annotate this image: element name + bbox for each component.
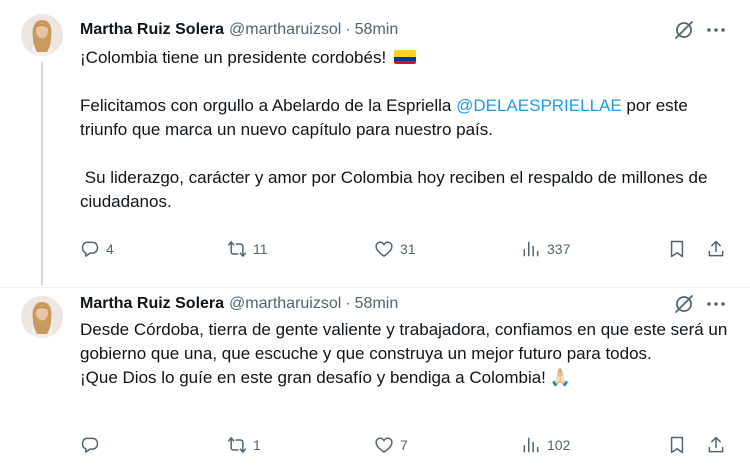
tweet-line xyxy=(80,70,730,94)
tweet-line-text: ¡Colombia tiene un presidente cordobés! xyxy=(80,48,391,67)
grok-icon[interactable] xyxy=(672,292,696,316)
tweet[interactable]: Martha Ruiz Solera @martharuizsol · 58mi… xyxy=(0,287,750,467)
like-icon xyxy=(375,241,393,257)
share-button[interactable] xyxy=(706,237,726,261)
tweet-line: Su liderazgo, carácter y amor por Colomb… xyxy=(80,168,713,211)
bookmark-button[interactable] xyxy=(667,433,687,457)
like-icon xyxy=(375,437,393,453)
repost-icon xyxy=(227,437,247,453)
like-button[interactable]: 7 xyxy=(374,433,408,457)
repost-button[interactable]: 1 xyxy=(227,433,261,457)
avatar[interactable] xyxy=(21,296,63,338)
share-icon xyxy=(708,240,724,257)
views-icon xyxy=(523,241,539,257)
reply-button[interactable] xyxy=(80,433,106,457)
view-count: 102 xyxy=(547,437,571,453)
bookmark-icon xyxy=(670,240,684,258)
views-button[interactable]: 102 xyxy=(521,433,570,457)
tweet-actions: 4 11 31 337 xyxy=(80,237,730,261)
author-name[interactable]: Martha Ruiz Solera xyxy=(80,295,224,313)
separator-dot: · xyxy=(345,21,351,38)
like-count: 31 xyxy=(400,241,416,257)
like-count: 7 xyxy=(400,437,408,453)
tweet-line-text: Felicitamos con orgullo a Abelardo de la… xyxy=(80,96,457,115)
repost-count: 1 xyxy=(253,437,261,453)
grok-icon[interactable] xyxy=(672,18,696,42)
tweet-text: ¡Colombia tiene un presidente cordobés! … xyxy=(80,46,730,214)
flag-colombia-icon xyxy=(393,50,416,64)
reply-icon xyxy=(81,241,99,257)
mention-link[interactable]: @DELAESPRIELLAE xyxy=(456,96,622,115)
repost-count: 11 xyxy=(253,241,268,257)
author-name[interactable]: Martha Ruiz Solera xyxy=(80,21,224,39)
tweet-line: ¡Colombia tiene un presidente cordobés! xyxy=(80,46,730,70)
separator-dot: · xyxy=(345,295,351,312)
share-icon xyxy=(708,436,724,453)
tweet-line: Felicitamos con orgullo a Abelardo de la… xyxy=(80,94,730,142)
bookmark-button[interactable] xyxy=(667,237,687,261)
view-count: 337 xyxy=(547,241,571,257)
tweet-line-text: ¡Que Dios lo guíe en este gran desafío y… xyxy=(80,368,546,387)
tweet[interactable]: Martha Ruiz Solera @martharuizsol · 58mi… xyxy=(0,0,750,287)
reply-button[interactable]: 4 xyxy=(80,237,114,261)
bookmark-icon xyxy=(670,436,684,454)
tweet-line: ¡Que Dios lo guíe en este gran desafío y… xyxy=(80,366,730,390)
like-button[interactable]: 31 xyxy=(374,237,416,261)
praying-hands-emoji: 🙏🏻 xyxy=(549,368,572,387)
views-icon xyxy=(523,437,539,453)
share-button[interactable] xyxy=(706,433,726,457)
tweet-header: Martha Ruiz Solera @martharuizsol · 58mi… xyxy=(80,19,398,41)
author-handle[interactable]: @martharuizsol xyxy=(229,21,341,39)
timestamp[interactable]: 58min xyxy=(355,295,399,313)
reply-count: 4 xyxy=(106,241,114,257)
more-icon[interactable] xyxy=(704,18,728,42)
tweet-line: Desde Córdoba, tierra de gente valiente … xyxy=(80,320,728,363)
repost-icon xyxy=(227,241,247,257)
timestamp[interactable]: 58min xyxy=(355,21,399,39)
reply-icon xyxy=(81,437,99,453)
author-handle[interactable]: @martharuizsol xyxy=(229,295,341,313)
tweet-header: Martha Ruiz Solera @martharuizsol · 58mi… xyxy=(80,293,398,315)
tweet-line xyxy=(80,142,730,166)
tweet-text: Desde Córdoba, tierra de gente valiente … xyxy=(80,318,730,390)
avatar[interactable] xyxy=(21,14,63,56)
repost-button[interactable]: 11 xyxy=(227,237,268,261)
thread-line xyxy=(41,62,43,285)
views-button[interactable]: 337 xyxy=(521,237,570,261)
more-icon[interactable] xyxy=(704,292,728,316)
tweet-actions: 1 7 102 xyxy=(80,433,730,457)
